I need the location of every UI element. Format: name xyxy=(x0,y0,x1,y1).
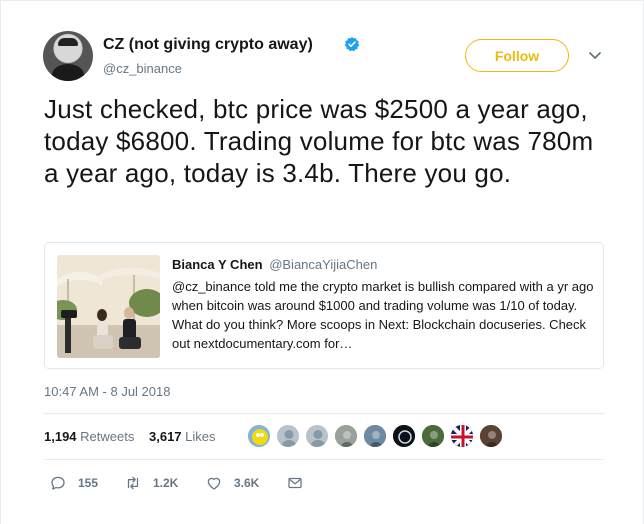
helicopter-avatar[interactable] xyxy=(334,424,358,448)
tweet-text: Just checked, btc price was $2500 a year… xyxy=(44,94,594,188)
like-count: 3.6K xyxy=(234,476,260,490)
quote-author-name: Bianca Y Chen xyxy=(172,257,263,272)
photo-avatar-icon xyxy=(335,425,357,447)
retweets-count: 1,194 xyxy=(44,429,77,444)
quote-media-thumbnail[interactable] xyxy=(57,255,160,358)
divider xyxy=(44,459,604,460)
retweet-count: 1.2K xyxy=(153,476,179,490)
default-avatar[interactable] xyxy=(276,424,300,448)
default-avatar-icon xyxy=(281,430,297,447)
likes-label: Likes xyxy=(185,429,216,444)
retweet-button[interactable]: 1.2K xyxy=(124,474,178,492)
display-name[interactable]: CZ (not giving crypto away) xyxy=(103,36,313,54)
portrait-avatar[interactable] xyxy=(479,424,503,448)
reply-icon xyxy=(51,476,65,490)
user-handle[interactable]: @cz_binance xyxy=(103,61,182,76)
envelope-icon xyxy=(288,477,302,489)
reply-button[interactable]: 155 xyxy=(49,474,98,492)
space-avatar-icon xyxy=(393,425,415,447)
quote-text: @cz_binance told me the crypto market is… xyxy=(172,279,594,351)
default-avatar[interactable] xyxy=(305,424,329,448)
photo-avatar-icon xyxy=(480,425,502,447)
chevron-down-icon[interactable] xyxy=(587,47,603,63)
follow-button[interactable]: Follow xyxy=(465,39,569,72)
cartoon-avatar-icon xyxy=(248,425,270,447)
quoted-tweet[interactable]: Bianca Y Chen @BiancaYijiaChen @cz_binan… xyxy=(44,242,604,369)
retweets-stat[interactable]: 1,194 Retweets xyxy=(44,429,134,444)
likes-count: 3,617 xyxy=(149,429,182,444)
photo-avatar-icon xyxy=(422,425,444,447)
engagement-stats: 1,194 Retweets 3,617 Likes xyxy=(44,429,227,444)
interview-scene-image xyxy=(57,255,160,358)
space-avatar[interactable] xyxy=(392,424,416,448)
default-avatar-icon xyxy=(310,430,326,447)
timestamp[interactable]: 10:47 AM - 8 Jul 2018 xyxy=(44,384,170,399)
retweets-label: Retweets xyxy=(80,429,135,444)
direct-message-button[interactable] xyxy=(286,474,304,492)
quote-author[interactable]: Bianca Y Chen @BiancaYijiaChen xyxy=(172,257,377,272)
tweet-card: CZ (not giving crypto away) @cz_binance … xyxy=(0,0,644,524)
cartoon-avatar[interactable] xyxy=(247,424,271,448)
flag-avatar-icon xyxy=(451,425,473,447)
reply-count: 155 xyxy=(78,476,99,490)
landscape-avatar[interactable] xyxy=(363,424,387,448)
avatar[interactable] xyxy=(43,31,93,81)
retweet-icon xyxy=(127,476,139,490)
verified-badge-icon xyxy=(344,37,360,52)
person-avatar[interactable] xyxy=(421,424,445,448)
heart-icon xyxy=(207,477,221,490)
divider xyxy=(44,413,604,414)
quote-author-handle: @BiancaYijiaChen xyxy=(269,257,378,272)
photo-avatar-icon xyxy=(364,425,386,447)
flag-avatar[interactable] xyxy=(450,424,474,448)
like-button[interactable]: 3.6K xyxy=(205,474,259,492)
likes-stat[interactable]: 3,617 Likes xyxy=(149,429,216,444)
